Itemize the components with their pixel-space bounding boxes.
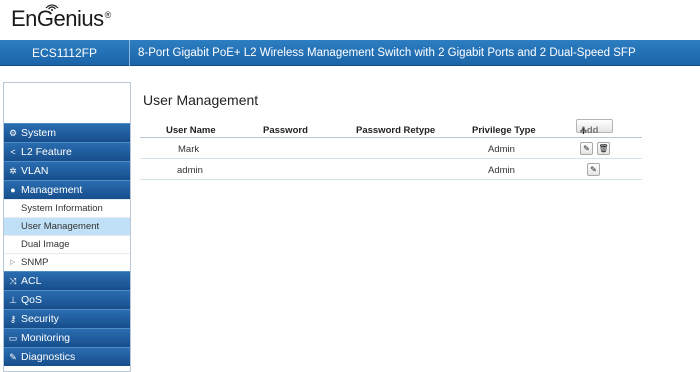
sidebar-item-label: VLAN [21,165,49,177]
sidebar-item-label: Monitoring [21,332,71,344]
user-name-cell: admin [177,165,203,176]
edit-icon[interactable]: ✎ [580,142,593,155]
gear-icon: ⚙ [8,128,18,138]
table-row: Mark Admin ✎ 🗑 [140,138,642,159]
user-icon: ● [10,185,16,195]
wrench-icon: ✎ [9,352,17,362]
column-header-user-name: User Name [166,125,216,136]
privilege-cell: Admin [488,144,515,155]
sidebar-item-system[interactable]: ⚙ System [4,123,130,142]
sidebar-subitem-label: System Information [21,203,103,214]
edit-icon[interactable]: ✎ [587,163,600,176]
sidebar-item-management[interactable]: ● Management [4,180,130,199]
sidebar-item-label: System [21,127,57,139]
column-header-privilege-type: Privilege Type [472,125,536,136]
sidebar-subitem-dual-image[interactable]: Dual Image [4,235,130,253]
sidebar-item-acl[interactable]: ⤨ ACL [4,271,130,290]
column-header-password-retype: Password Retype [356,125,436,136]
sidebar-item-monitoring[interactable]: ▭ Monitoring [4,328,130,347]
logo-bar: EnGenius® [0,0,700,40]
sidebar-subitem-label: User Management [21,221,100,232]
sidebar-item-diagnostics[interactable]: ✎ Diagnostics [4,347,130,366]
sidebar-subitem-system-information[interactable]: System Information [4,199,130,217]
expand-triangle-icon: ▷ [10,259,16,266]
shuffle-icon: ⤨ [9,276,17,286]
sidebar-item-security[interactable]: ⚷ Security [4,309,130,328]
user-table: User Name Password Password Retype Privi… [140,119,642,180]
sidebar-item-l2-feature[interactable]: < L2 Feature [4,142,130,161]
add-user-button[interactable]: + Add [576,119,613,137]
share-icon: < [10,147,16,157]
sidebar-item-label: ACL [21,275,42,287]
sidebar-item-label: Security [21,313,59,325]
privilege-cell: Admin [488,165,515,176]
sidebar-subitem-user-management[interactable]: User Management [4,217,130,235]
sidebar-item-qos[interactable]: ⊥ QoS [4,290,130,309]
device-description: 8-Port Gigabit PoE+ L2 Wireless Manageme… [138,47,636,59]
sidebar-subitem-label: Dual Image [21,239,70,250]
sidebar-item-label: L2 Feature [21,146,72,158]
hierarchy-icon: ⊥ [9,295,17,305]
monitor-icon: ▭ [8,333,18,343]
sidebar-item-label: QoS [21,294,43,306]
sidebar-subitem-label: SNMP [21,257,49,268]
table-header: User Name Password Password Retype Privi… [140,119,642,138]
sidebar-item-label: Management [21,184,83,196]
cog-cluster-icon: ✲ [9,166,17,176]
trash-icon[interactable]: 🗑 [597,142,610,155]
sidebar: ⚙ System < L2 Feature ✲ VLAN ● Managemen… [3,82,131,372]
brand-logo: EnGenius® [11,6,111,31]
sidebar-subitem-snmp[interactable]: ▷ SNMP [4,253,130,271]
page-title: User Management [143,92,259,108]
sidebar-item-label: Diagnostics [21,351,76,363]
title-bar: ECS1112FP 8-Port Gigabit PoE+ L2 Wireles… [0,40,700,66]
column-header-password: Password [263,125,308,136]
table-row: admin Admin ✎ [140,159,642,180]
sidebar-item-vlan[interactable]: ✲ VLAN [4,161,130,180]
key-icon: ⚷ [9,314,17,324]
add-button-label: Add [580,125,599,136]
user-name-cell: Mark [178,144,200,155]
model-name: ECS1112FP [0,40,130,66]
